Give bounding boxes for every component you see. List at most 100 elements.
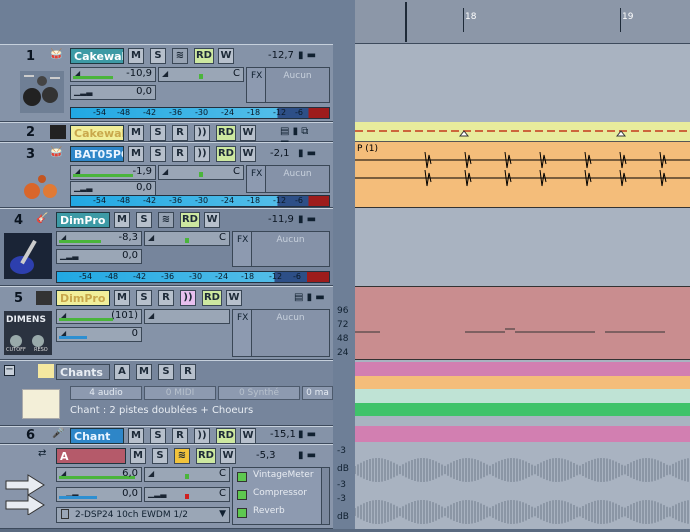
folder-clip-4[interactable] (355, 403, 690, 416)
effect-compressor[interactable]: Compressor (253, 488, 307, 498)
trim-fader[interactable]: ◢ 0 (56, 327, 142, 342)
record-button[interactable]: R (158, 290, 174, 306)
track-name-field[interactable]: DimPro B (56, 212, 110, 228)
send-fader[interactable]: ▁▂▃ 0,0 (56, 487, 142, 502)
fx-bin[interactable]: VintageMeter Compressor Reverb (232, 467, 330, 525)
solo-button[interactable]: S (150, 146, 166, 162)
mute-button[interactable]: M (136, 364, 152, 380)
solo-button[interactable]: S (136, 212, 152, 228)
volume-fader[interactable]: ◢ -8,3 (56, 231, 142, 246)
track-4[interactable]: 4 🎸 DimPro B M S ≋ RD W -11,9 ▮ ▬ ◢-8,3 … (0, 208, 333, 286)
window-controls[interactable]: ▤ ▮ ⧉ ▬ (280, 126, 316, 148)
record-button[interactable]: R (172, 146, 188, 162)
write-automation-button[interactable]: W (240, 125, 256, 141)
echo-icon[interactable]: )) (194, 146, 210, 162)
folder-clip-3[interactable] (355, 389, 690, 403)
fx-bin[interactable]: FX Aucun (232, 231, 330, 267)
volume-fader[interactable]: ◢ -10,9 (70, 67, 156, 82)
write-automation-button[interactable]: W (240, 146, 256, 162)
track-name-field[interactable]: Cakewall (70, 48, 124, 64)
folder-name-field[interactable]: Chants (56, 364, 110, 380)
fx-bin[interactable]: FX Aucun (232, 309, 330, 357)
window-controls[interactable]: ▮ ▬ (298, 50, 334, 62)
mute-button[interactable]: M (128, 48, 144, 64)
mute-button[interactable]: M (130, 448, 146, 464)
track-3[interactable]: 3 🥁 BAT05PO M S R )) RD W -2,1 ▮ ▬ ◢-1,9… (0, 142, 333, 208)
track-2[interactable]: 2 Cakewall M S R )) RD W ▤ ▮ ⧉ ▬ (0, 122, 333, 148)
write-automation-button[interactable]: W (226, 290, 242, 306)
echo-icon[interactable]: )) (194, 125, 210, 141)
effect-toggle[interactable] (237, 490, 247, 500)
echo-icon[interactable]: )) (194, 428, 210, 444)
write-automation-button[interactable]: W (240, 428, 256, 444)
bus-waveform[interactable] (354, 444, 690, 529)
track-name-field[interactable]: Chant (70, 428, 124, 444)
wave-icon[interactable]: ≋ (172, 48, 188, 64)
window-controls[interactable]: ▤ ▮ ▬ (294, 292, 330, 304)
read-automation-button[interactable]: RD (180, 212, 200, 228)
fx-scrollbar[interactable] (321, 468, 329, 524)
echo-icon[interactable]: )) (180, 290, 196, 306)
read-automation-button[interactable]: RD (216, 146, 236, 162)
track-name-field[interactable]: DimPro B (56, 290, 110, 306)
collapse-icon[interactable]: − (4, 365, 15, 376)
folder-clip-2[interactable] (355, 376, 690, 389)
effect-toggle[interactable] (237, 472, 247, 482)
now-marker[interactable] (405, 2, 407, 42)
solo-button[interactable]: S (158, 364, 174, 380)
volume-fader[interactable]: ◢ (101) (56, 309, 142, 324)
track-1[interactable]: 1 🥁 Cakewall M S ≋ RD W -12,7 ▮ ▬ ◢ -10,9… (0, 44, 333, 122)
wave-icon[interactable]: ≋ (158, 212, 174, 228)
mute-button[interactable]: M (128, 428, 144, 444)
solo-button[interactable]: S (150, 48, 166, 64)
volume-fader[interactable]: ◢ -1,9 (70, 165, 156, 180)
solo-button[interactable]: S (150, 125, 166, 141)
clip-lane-5[interactable] (355, 286, 690, 360)
trim-fader[interactable]: ▁▂▃ 0,0 (56, 249, 142, 264)
read-automation-button[interactable]: RD (216, 428, 236, 444)
output-select[interactable]: 2-DSP24 10ch EWDM 1/2 ▼ (56, 507, 230, 523)
wave-icon[interactable]: ≋ (174, 448, 190, 464)
write-automation-button[interactable]: W (218, 48, 234, 64)
record-button[interactable]: R (172, 428, 188, 444)
pan-fader[interactable]: ◢ C (158, 67, 244, 82)
fx-bin[interactable]: FX Aucun (246, 165, 330, 193)
pan-fader[interactable]: ◢ (144, 309, 230, 324)
folder-chants[interactable]: − Chants A M S R 4 audio 0 MIDI 0 Synthé… (0, 360, 333, 426)
read-automation-button[interactable]: RD (216, 125, 236, 141)
track-name-field[interactable]: BAT05PO (70, 146, 124, 162)
write-automation-button[interactable]: W (220, 448, 236, 464)
mute-button[interactable]: M (128, 125, 144, 141)
record-button[interactable]: R (180, 364, 196, 380)
clip-lane-6[interactable] (355, 426, 690, 442)
window-controls[interactable]: ▮ ▬ (298, 450, 334, 462)
read-automation-button[interactable]: RD (202, 290, 222, 306)
effect-reverb[interactable]: Reverb (253, 506, 285, 516)
window-controls[interactable]: ▮ ▬ (298, 429, 334, 441)
bus-name-field[interactable]: A (56, 448, 126, 464)
read-automation-button[interactable]: RD (196, 448, 216, 464)
trim-fader[interactable]: ▁▂▃ 0,0 (70, 181, 156, 196)
solo-button[interactable]: S (136, 290, 152, 306)
record-button[interactable]: R (172, 125, 188, 141)
clip-lane-1[interactable] (355, 44, 690, 122)
clips-pane[interactable]: 18 19 P (1) (354, 0, 690, 529)
clip-lane-3[interactable]: P (1) (355, 142, 690, 208)
read-automation-button[interactable]: RD (194, 48, 214, 64)
mute-button[interactable]: M (128, 146, 144, 162)
clip-lane-2[interactable] (355, 122, 690, 142)
volume-fader[interactable]: ◢ 6,0 (56, 467, 142, 482)
window-controls[interactable]: ▮ ▬ (298, 214, 334, 226)
pan-fader[interactable]: ◢ C (158, 165, 244, 180)
folder-clip-1[interactable] (355, 362, 690, 376)
pan-fader[interactable]: ◢ C (144, 231, 230, 246)
effect-vintagemeter[interactable]: VintageMeter (253, 470, 314, 480)
mute-button[interactable]: M (114, 290, 130, 306)
fx-bin[interactable]: FX Aucun (246, 67, 330, 103)
write-automation-button[interactable]: W (204, 212, 220, 228)
solo-button[interactable]: S (150, 428, 166, 444)
timeline-ruler[interactable]: 18 19 (355, 0, 690, 44)
track-5[interactable]: 5 DimPro B M S R )) RD W ▤ ▮ ▬ DIMENS CU… (0, 286, 333, 360)
window-controls[interactable]: ▮ ▬ (298, 148, 334, 160)
mute-button[interactable]: M (114, 212, 130, 228)
